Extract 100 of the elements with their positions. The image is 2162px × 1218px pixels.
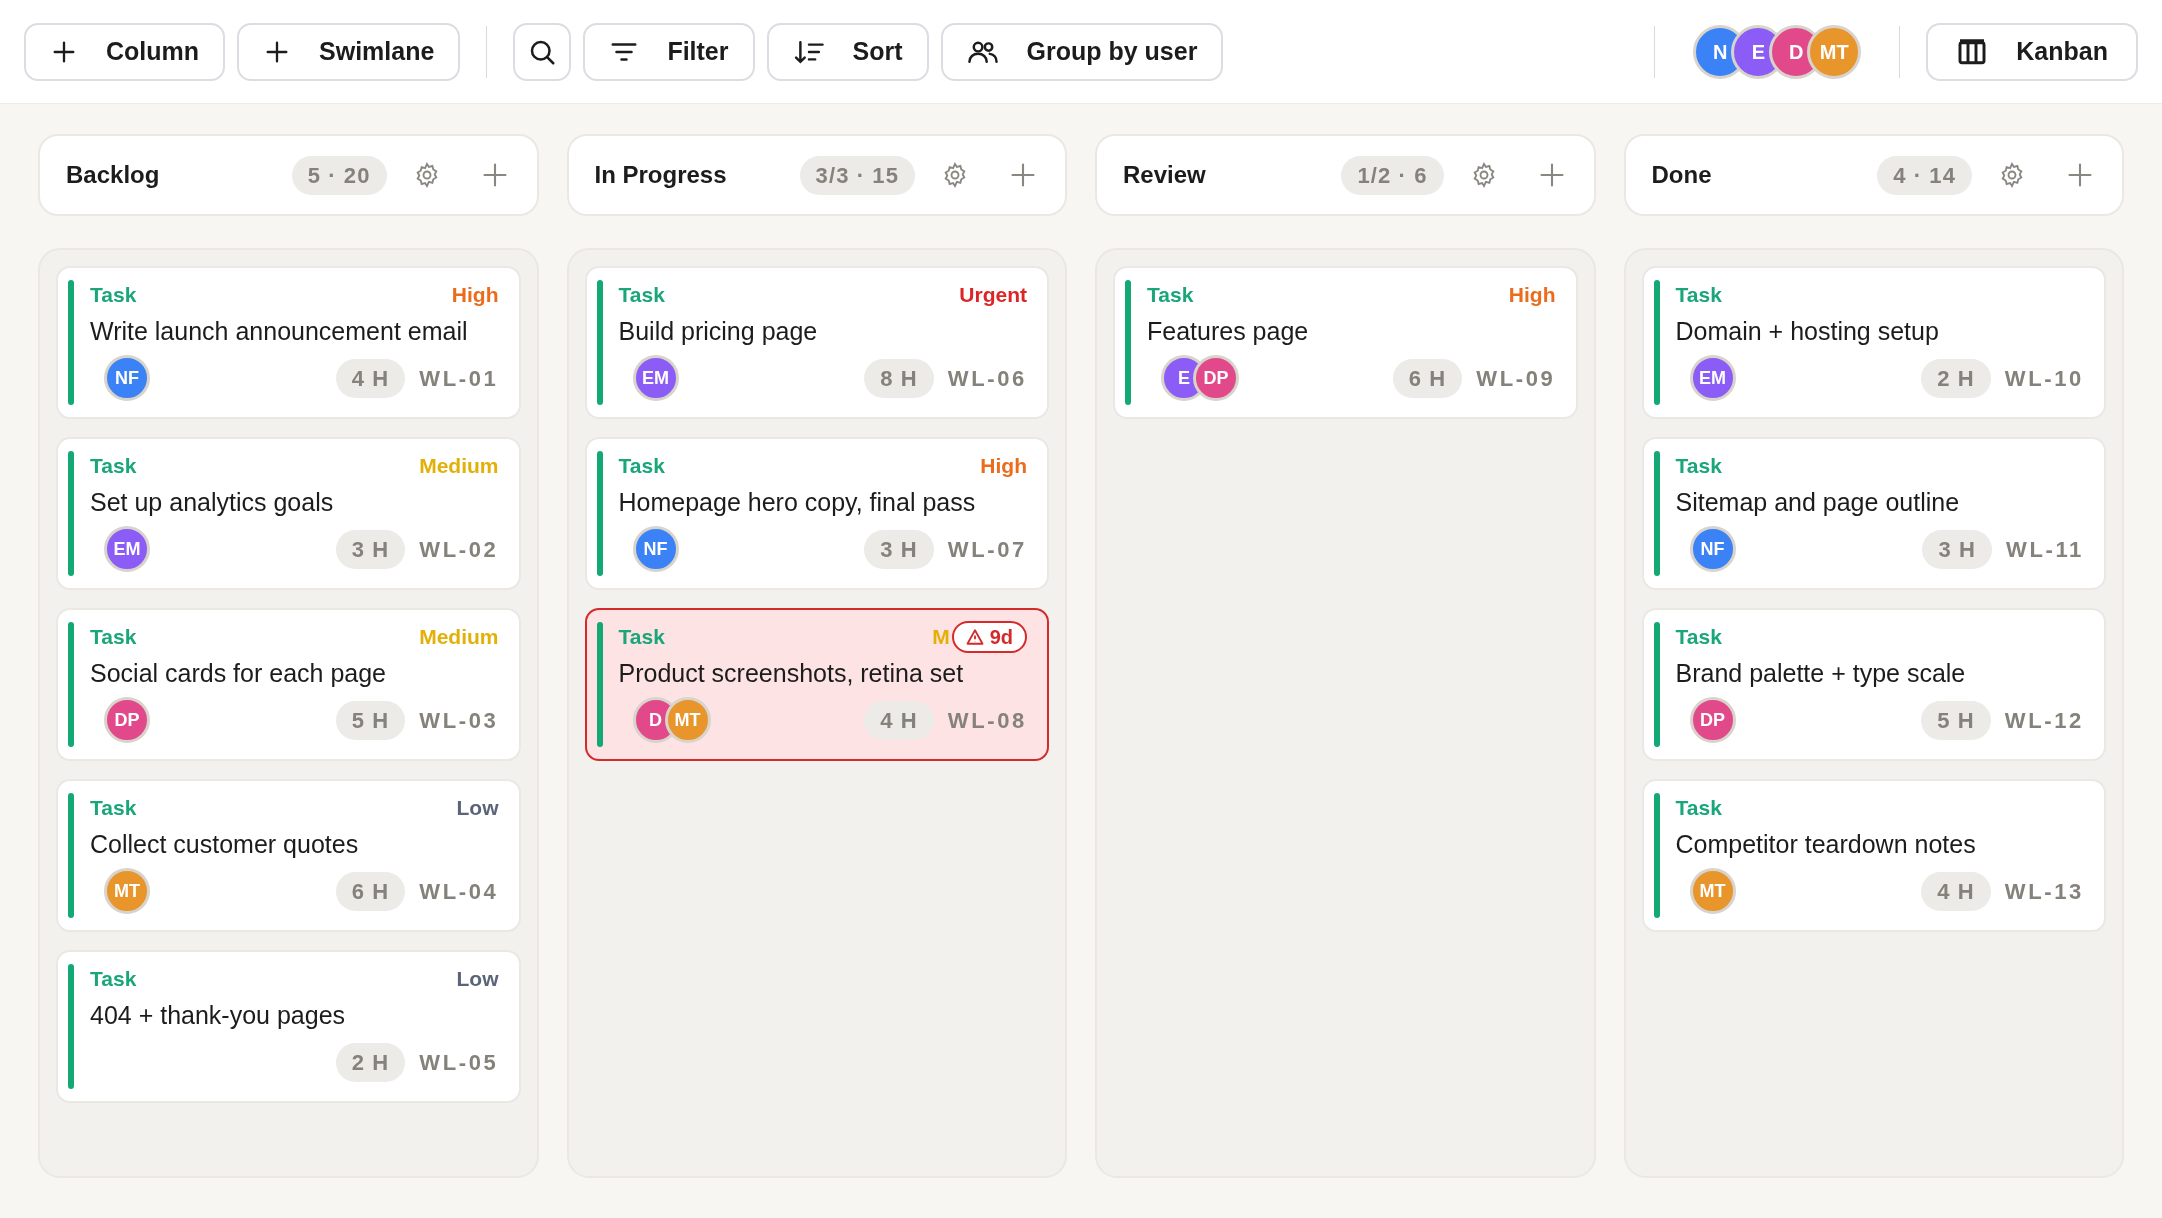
avatar: MT [1807, 24, 1862, 79]
column-title: Backlog [66, 160, 161, 190]
task-id: WL-13 [2004, 877, 2084, 906]
add-icon[interactable] [2066, 161, 2094, 189]
column-title: Done [1651, 160, 1713, 190]
task-title: Build pricing page [618, 316, 819, 347]
priority-label: Low [456, 795, 499, 822]
task-card[interactable]: Task Medium Set up analytics goals EM 3 H WL-02 [56, 437, 521, 590]
estimate-badge: 2 H [335, 1042, 406, 1082]
column-title: In Progress [594, 160, 728, 190]
task-title: Competitor teardown notes [1675, 829, 1977, 860]
task-id: WL-10 [2004, 364, 2084, 393]
overdue-badge: 9d [951, 621, 1027, 653]
task-title: Social cards for each page [90, 658, 387, 689]
task-type: Task [90, 966, 137, 993]
avatar: DP [1193, 355, 1239, 401]
estimate-badge: 3 H [335, 529, 406, 569]
task-type: Task [90, 282, 137, 309]
task-title: Product screenshots, retina set [618, 658, 965, 689]
priority-label: Medium [419, 624, 499, 651]
priority-label: Medium [419, 453, 499, 480]
task-id: WL-01 [419, 364, 499, 393]
priority-label: M [932, 624, 950, 651]
task-card[interactable]: Task Sitemap and page outline NF 3 H WL-11 [1641, 437, 2106, 590]
add-button[interactable]: Column [24, 22, 226, 81]
avatar: EM [104, 526, 150, 572]
task-id: WL-05 [419, 1048, 499, 1077]
priority-label: Urgent [959, 282, 1027, 309]
task-type: Task [618, 624, 665, 651]
avatar: EM [632, 355, 679, 401]
task-type: Task [90, 795, 137, 822]
search-button[interactable] [513, 22, 572, 81]
task-type: Task [618, 282, 665, 309]
task-id: WL-11 [2006, 535, 2084, 564]
estimate-badge: 5 H [1921, 700, 1991, 740]
avatar: MT [1689, 868, 1736, 914]
task-type: Task [1675, 453, 1722, 480]
column-title: Review [1123, 160, 1207, 190]
add-button[interactable]: Swimlane [237, 22, 461, 81]
avatar: MT [104, 868, 150, 914]
task-card[interactable]: Task High Homepage hero copy, final pass NF 3 H WL-07 [584, 437, 1049, 590]
task-title: Brand palette + type scale [1675, 658, 1967, 689]
task-id: WL-07 [947, 535, 1027, 564]
task-title: Set up analytics goals [90, 487, 335, 518]
estimate-badge: 2 H [1921, 358, 1991, 398]
task-card[interactable]: Task Urgent Build pricing page EM 8 H WL-06 [584, 266, 1049, 419]
task-title: 404 + thank-you pages [90, 1000, 347, 1031]
warning-icon [965, 628, 984, 646]
filter-button[interactable]: Filter [583, 22, 755, 81]
estimate-badge: 8 H [864, 358, 934, 398]
task-card[interactable]: Task High Write launch announcement email NF 4 H WL-01 [56, 266, 521, 419]
avatar: DP [104, 697, 150, 743]
task-id: WL-09 [1476, 364, 1556, 393]
avatar: EM [1689, 355, 1736, 401]
task-card[interactable]: Task High Features page E DP 6 H WL-09 [1113, 266, 1578, 419]
task-type: Task [90, 624, 137, 651]
task-id: WL-03 [419, 706, 499, 735]
estimate-badge: 5 H [335, 700, 406, 740]
estimate-badge: 4 H [335, 358, 406, 398]
priority-label: High [1508, 282, 1556, 309]
group-button[interactable]: Group by user [940, 22, 1224, 81]
task-title: Features page [1147, 316, 1310, 347]
estimate-badge: 6 H [1392, 358, 1463, 398]
priority-label: Low [456, 966, 499, 993]
task-title: Sitemap and page outline [1675, 487, 1961, 518]
estimate-badge: 3 H [864, 529, 934, 569]
task-type: Task [618, 453, 665, 480]
estimate-badge: 6 H [335, 871, 406, 911]
task-id: WL-04 [419, 877, 499, 906]
avatar: NF [632, 526, 679, 572]
task-card[interactable]: Task Brand palette + type scale DP 5 H WL-12 [1641, 608, 2106, 761]
avatar: NF [1689, 526, 1736, 572]
estimate-badge: 4 H [1921, 871, 1991, 911]
add-icon[interactable] [1009, 161, 1037, 189]
sort-button[interactable]: Sort [766, 22, 929, 81]
avatar: NF [104, 355, 150, 401]
task-type: Task [1147, 282, 1194, 309]
avatar: DP [1689, 697, 1736, 743]
view-button[interactable]: Kanban [1926, 22, 2138, 81]
task-card[interactable]: Task M 9d Product screenshots, retina set D MT 4 H WL-08 [584, 608, 1049, 761]
task-card[interactable]: Task Low 404 + thank-you pages 2 H WL-05 [56, 950, 521, 1103]
priority-label: High [451, 282, 499, 309]
avatar: MT [664, 697, 711, 743]
estimate-badge: 4 H [864, 700, 934, 740]
task-type: Task [1675, 282, 1722, 309]
count-badge: 3/3 · 15 [799, 155, 915, 195]
task-type: Task [1675, 624, 1722, 651]
task-id: WL-08 [947, 706, 1027, 735]
task-card[interactable]: Task Competitor teardown notes MT 4 H WL-13 [1641, 779, 2106, 932]
task-card[interactable]: Task Medium Social cards for each page DP 5 H WL-03 [56, 608, 521, 761]
task-title: Collect customer quotes [90, 829, 360, 860]
task-card[interactable]: Task Domain + hosting setup EM 2 H WL-10 [1641, 266, 2106, 419]
estimate-badge: 3 H [1922, 529, 1992, 569]
task-id: WL-12 [2004, 706, 2084, 735]
priority-label: High [980, 453, 1027, 480]
count-badge: 5 · 20 [291, 155, 387, 195]
task-id: WL-06 [947, 364, 1027, 393]
task-card[interactable]: Task Low Collect customer quotes MT 6 H WL-04 [56, 779, 521, 932]
task-id: WL-02 [419, 535, 499, 564]
task-title: Write launch announcement email [90, 316, 469, 347]
